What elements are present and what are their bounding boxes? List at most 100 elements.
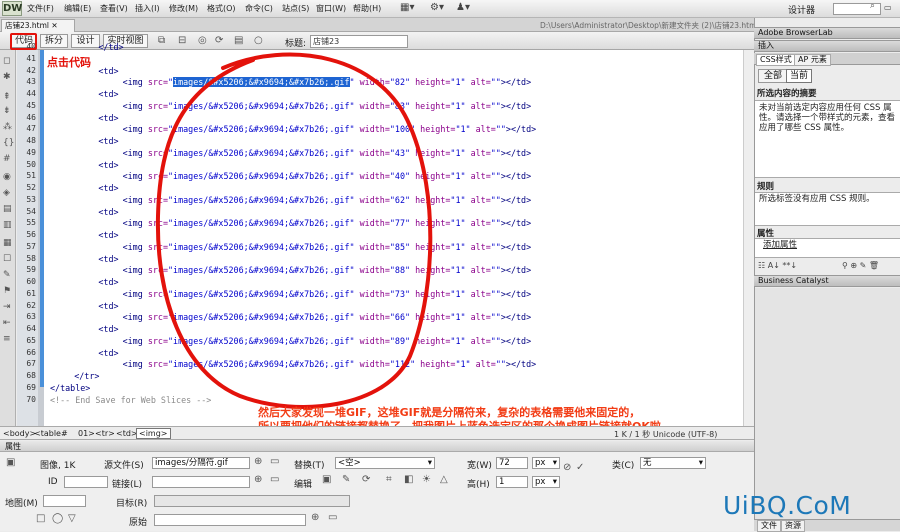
menu-edit[interactable]: 编辑(E) xyxy=(64,3,91,14)
visual-aids-icon[interactable]: ▤ xyxy=(234,35,243,46)
reset-size-icon[interactable]: ⊘ xyxy=(563,462,571,473)
width-input[interactable]: 72 xyxy=(496,457,528,469)
browse-folder-icon[interactable]: ▭ xyxy=(270,456,279,467)
code-line-td[interactable]: <td> xyxy=(98,160,118,170)
css-all-button[interactable]: 全部 xyxy=(758,69,788,83)
target-select[interactable] xyxy=(154,495,350,507)
split-view-button[interactable]: 拆分 xyxy=(40,34,68,48)
tab-assets[interactable]: 资源 xyxy=(781,520,805,532)
menu-help[interactable]: 帮助(H) xyxy=(353,3,381,14)
highlight-invalid-icon[interactable]: ◉ xyxy=(3,172,11,182)
link-browse-icon[interactable]: ▭ xyxy=(270,474,279,485)
menu-site[interactable]: 站点(S) xyxy=(282,3,309,14)
collapse-selection-icon[interactable]: ⇞ xyxy=(3,92,11,102)
crumb-body[interactable]: <body> xyxy=(3,429,36,438)
code-line-td[interactable]: <td> xyxy=(98,230,118,240)
menu-insert[interactable]: 插入(I) xyxy=(135,3,160,14)
code-line-td[interactable]: <td> xyxy=(98,207,118,217)
document-tab[interactable]: 店铺23.html ✕ xyxy=(1,19,75,32)
crop-icon[interactable]: ⌗ xyxy=(386,474,392,485)
tab-css-styles[interactable]: CSS样式 xyxy=(756,54,796,66)
code-line-td[interactable]: <td> xyxy=(98,277,118,287)
syntax-error-icon[interactable]: ◈ xyxy=(3,188,10,198)
css-current-button[interactable]: 当前 xyxy=(786,69,812,83)
outdent-icon[interactable]: ⇤ xyxy=(3,318,11,328)
line-numbers-icon[interactable]: # xyxy=(3,154,11,164)
menu-commands[interactable]: 命令(C) xyxy=(245,3,273,14)
menu-view[interactable]: 查看(V) xyxy=(100,3,128,14)
link-point-icon[interactable]: ⊕ xyxy=(254,474,262,485)
menu-modify[interactable]: 修改(M) xyxy=(169,3,198,14)
format-source-icon[interactable]: ≡ xyxy=(3,334,11,344)
link-input[interactable] xyxy=(152,476,250,488)
crumb-table[interactable]: <table# xyxy=(34,429,68,438)
polygon-hotspot-icon[interactable]: ▽ xyxy=(68,513,76,524)
code-line-td[interactable]: <td> xyxy=(98,136,118,146)
rect-hotspot-icon[interactable]: □ xyxy=(36,513,45,524)
indent-icon[interactable]: ⇥ xyxy=(3,302,11,312)
update-icon[interactable]: ⟳ xyxy=(362,474,370,485)
menu-file[interactable]: 文件(F) xyxy=(27,3,54,14)
code-line-td[interactable]: <td> xyxy=(98,348,118,358)
workspace-switcher[interactable]: 设计器 xyxy=(788,3,815,16)
window-controls[interactable]: ▭ xyxy=(884,3,892,12)
photoshop-icon[interactable]: ▣ xyxy=(322,474,331,485)
apply-comment-icon[interactable]: ▥ xyxy=(3,220,12,230)
inspect-icon[interactable]: ⊟ xyxy=(178,35,186,46)
menu-format[interactable]: 格式(O) xyxy=(207,3,236,14)
remove-comment-icon[interactable]: ▦ xyxy=(3,238,12,248)
width-unit-select[interactable]: px ▾ xyxy=(532,457,560,469)
circle-hotspot-icon[interactable]: ◯ xyxy=(52,513,63,524)
check-icon[interactable]: ○ xyxy=(254,35,263,46)
word-wrap-icon[interactable]: ▤ xyxy=(3,204,12,214)
height-input[interactable]: 1 xyxy=(496,476,528,488)
gear-icon[interactable]: ⚙▾ xyxy=(430,2,444,13)
map-input[interactable] xyxy=(43,495,86,507)
brightness-icon[interactable]: ☀ xyxy=(422,474,431,485)
crumb-td[interactable]: <td> xyxy=(116,429,138,438)
alt-select[interactable]: <空> ▾ xyxy=(335,457,435,469)
menu-window[interactable]: 窗口(W) xyxy=(316,3,346,14)
wrap-tag-icon[interactable]: ☐ xyxy=(3,254,11,264)
crumb-tr[interactable]: <tr> xyxy=(95,429,115,438)
code-line-td[interactable]: <td> xyxy=(98,89,118,99)
balance-braces-icon[interactable]: {} xyxy=(3,138,14,148)
recent-snippets-icon[interactable]: ✎ xyxy=(3,270,11,280)
height-unit-select[interactable]: px ▾ xyxy=(532,476,560,488)
resample-icon[interactable]: ◧ xyxy=(404,474,413,485)
user-icon[interactable]: ♟▾ xyxy=(456,2,470,13)
code-line-td[interactable]: <td> xyxy=(98,324,118,334)
css-action-icons[interactable]: ⚲ ⊕ ✎ 🗑 xyxy=(842,261,879,270)
design-view-button[interactable]: 设计 xyxy=(71,34,100,48)
properties-header[interactable]: 属性 xyxy=(0,441,754,452)
point-to-file-icon[interactable]: ⊕ xyxy=(254,456,262,467)
open-documents-icon[interactable]: ◻ xyxy=(3,56,10,66)
move-css-icon[interactable]: ⚑ xyxy=(3,286,11,296)
css-view-icons[interactable]: ☷ A↓ **↓ xyxy=(758,261,797,270)
edit-settings-icon[interactable]: ✎ xyxy=(342,474,350,485)
browserlab-header[interactable]: Adobe BrowserLab xyxy=(754,27,900,39)
collapse-tag-icon[interactable]: ✱ xyxy=(3,72,11,82)
layout-icon[interactable]: ▦▾ xyxy=(400,2,414,13)
live-code-icon[interactable]: ⧉ xyxy=(158,35,165,46)
class-select[interactable]: 无 ▾ xyxy=(640,457,706,469)
crumb-table-id[interactable]: 01> xyxy=(78,429,95,438)
vertical-scrollbar[interactable] xyxy=(743,50,754,426)
src-input[interactable]: images/分隔符.gif xyxy=(152,457,250,469)
code-line-td[interactable]: <td> xyxy=(98,183,118,193)
add-property-link[interactable]: 添加属性 xyxy=(763,240,797,250)
commit-size-icon[interactable]: ✓ xyxy=(576,462,584,473)
expand-all-icon[interactable]: ⇟ xyxy=(3,106,11,116)
id-input[interactable] xyxy=(64,476,108,488)
business-catalyst-header[interactable]: Business Catalyst xyxy=(754,275,900,287)
insert-header[interactable]: 插入 xyxy=(754,40,900,52)
tab-ap-elements[interactable]: AP 元素 xyxy=(794,54,831,66)
original-browse-icon[interactable]: ▭ xyxy=(328,512,337,523)
sharpen-icon[interactable]: △ xyxy=(440,474,448,485)
tab-files[interactable]: 文件 xyxy=(757,520,781,532)
crumb-img[interactable]: <img> xyxy=(136,428,171,439)
preview-icon[interactable]: ◎ xyxy=(198,35,207,46)
code-line[interactable]: <td> xyxy=(98,66,118,76)
original-point-icon[interactable]: ⊕ xyxy=(311,512,319,523)
code-line[interactable]: </table> xyxy=(50,383,90,393)
